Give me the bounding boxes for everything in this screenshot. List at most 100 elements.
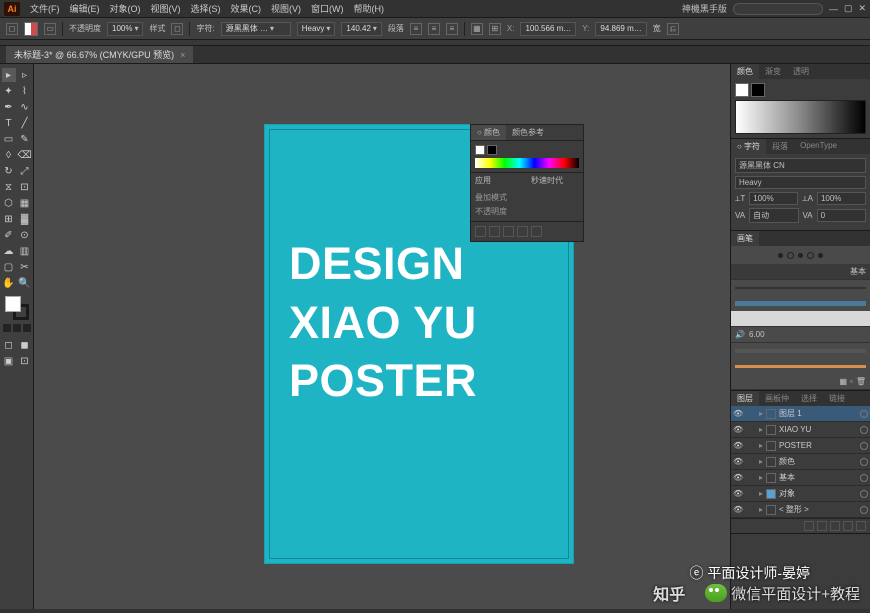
brush-trash-icon[interactable]: 🗑 (856, 377, 866, 386)
stroke-swatch[interactable] (487, 145, 497, 155)
shape-builder-tool[interactable]: ⬡ (2, 196, 16, 210)
layer-locate-icon[interactable] (804, 521, 814, 531)
opacity-dropdown[interactable]: 100%▾ (107, 22, 143, 36)
curvature-tool[interactable]: ∿ (18, 100, 32, 114)
visibility-icon[interactable]: 👁 (733, 473, 743, 482)
select-tab[interactable]: 选择 (795, 391, 823, 406)
scale-tool[interactable]: ⤢ (18, 164, 32, 178)
menu-window[interactable]: 窗口(W) (311, 2, 344, 15)
eraser-tool[interactable]: ⌫ (18, 148, 32, 162)
rectangle-tool[interactable]: ▭ (2, 132, 16, 146)
char-tab[interactable]: ○ 字符 (731, 139, 766, 154)
shaper-tool[interactable]: ◊ (2, 148, 16, 162)
brush-sound-icon[interactable]: 🔊 (735, 330, 745, 339)
layer-trash-icon[interactable] (856, 521, 866, 531)
width-tool[interactable]: ⧖ (2, 180, 16, 194)
draw-behind-icon[interactable]: ◼ (18, 338, 32, 352)
brush-row-basic[interactable]: 基本 (731, 264, 870, 280)
close-tab-icon[interactable]: × (180, 50, 185, 60)
gradient-tab-color[interactable]: 颜色 (731, 64, 759, 79)
brush-row-4[interactable] (735, 359, 866, 373)
panel-icon-3[interactable] (503, 226, 514, 237)
screen-mode-icon[interactable]: ▣ (2, 354, 16, 368)
para-tab[interactable]: 段落 (766, 139, 794, 154)
eyedropper-tool[interactable]: ✐ (2, 228, 16, 242)
target-icon[interactable] (860, 506, 868, 514)
hand-tool[interactable]: ✋ (2, 276, 16, 290)
target-icon[interactable] (860, 474, 868, 482)
visibility-icon[interactable]: 👁 (733, 441, 743, 450)
no-selection-icon[interactable]: ◻ (6, 23, 18, 35)
grad-stroke-swatch[interactable] (751, 83, 765, 97)
menu-select[interactable]: 选择(S) (191, 2, 221, 15)
window-min-icon[interactable]: — (829, 4, 838, 14)
weight-dropdown[interactable]: Heavy▾ (297, 22, 336, 36)
align-center-icon[interactable]: ≡ (428, 23, 440, 35)
gradient-tool[interactable]: ▓ (18, 212, 32, 226)
layer-row[interactable]: 👁 ▸ 颜色 (731, 454, 870, 470)
color-mode-icon[interactable] (3, 324, 11, 332)
selection-tool[interactable]: ▸ (2, 68, 16, 82)
slice-tool[interactable]: ✂ (18, 260, 32, 274)
layer-row[interactable]: 👁 ▸ XIAO YU (731, 422, 870, 438)
layer-row[interactable]: 👁 ▸ < 整形 > (731, 502, 870, 518)
direct-select-tool[interactable]: ▹ (18, 68, 32, 82)
color-panel-floating[interactable]: ○ 颜色 颜色参考 应用 秒速时代 叠加模式 不透明度 (470, 124, 584, 242)
menu-type[interactable]: 视图(V) (151, 2, 181, 15)
symbol-tool[interactable]: ☁ (2, 244, 16, 258)
brush-row-1[interactable] (735, 281, 866, 295)
panel-icon-1[interactable] (475, 226, 486, 237)
panel-icon-4[interactable] (517, 226, 528, 237)
stroke-icon[interactable]: ▭ (44, 23, 56, 35)
x-input[interactable]: 100.566 m… (520, 22, 576, 36)
pen-tool[interactable]: ✒ (2, 100, 16, 114)
gradient-tab-trans[interactable]: 透明 (787, 64, 815, 79)
target-icon[interactable] (860, 442, 868, 450)
type-tool[interactable]: T (2, 116, 16, 130)
color-spectrum[interactable] (475, 158, 579, 168)
grad-fill-swatch[interactable] (735, 83, 749, 97)
menu-edit[interactable]: 编辑(E) (70, 2, 100, 15)
visibility-icon[interactable]: 👁 (733, 409, 743, 418)
panel-icon-2[interactable] (489, 226, 500, 237)
brush-row-2[interactable] (735, 296, 866, 310)
char-font-dropdown[interactable]: 源黑黑体 CN (735, 158, 866, 173)
char-weight-dropdown[interactable]: Heavy (735, 176, 866, 189)
magic-wand-tool[interactable]: ✦ (2, 84, 16, 98)
workspace-label[interactable]: 神機黑手版 (682, 2, 727, 15)
char-size-input[interactable]: 100% (749, 192, 798, 205)
menu-view[interactable]: 视图(V) (271, 2, 301, 15)
brush-row-dots[interactable] (731, 246, 870, 264)
free-transform-tool[interactable]: ⊡ (18, 180, 32, 194)
window-max-icon[interactable]: ▢ (844, 3, 853, 14)
link-wh-icon[interactable]: ⎌ (667, 23, 679, 35)
lasso-tool[interactable]: ⌇ (18, 84, 32, 98)
rotate-tool[interactable]: ↻ (2, 164, 16, 178)
brush-new-icon[interactable]: ▫ (850, 377, 853, 386)
visibility-icon[interactable]: 👁 (733, 505, 743, 514)
blend-tool[interactable]: ⊙ (18, 228, 32, 242)
search-input[interactable] (733, 3, 823, 15)
window-close-icon[interactable]: ✕ (858, 3, 866, 14)
transform-icon[interactable]: ⊞ (489, 23, 501, 35)
apply-tab[interactable]: 应用 (471, 173, 527, 188)
menu-help[interactable]: 帮助(H) (354, 2, 385, 15)
mesh-tool[interactable]: ⊞ (2, 212, 16, 226)
layer-mask-icon[interactable] (817, 521, 827, 531)
links-tab[interactable]: 链接 (823, 391, 851, 406)
layer-row[interactable]: 👁 ▸ POSTER (731, 438, 870, 454)
color-guide-tab[interactable]: 颜色参考 (506, 125, 550, 140)
menu-effect[interactable]: 效果(C) (231, 2, 262, 15)
none-mode-icon[interactable] (23, 324, 31, 332)
draw-normal-icon[interactable]: ◻ (2, 338, 16, 352)
panel-icon-5[interactable] (531, 226, 542, 237)
gradient-tab-grad[interactable]: 渐变 (759, 64, 787, 79)
fill-color[interactable] (5, 296, 21, 312)
char-lead-input[interactable]: 100% (817, 192, 866, 205)
target-icon[interactable] (860, 490, 868, 498)
layer-new-icon[interactable] (843, 521, 853, 531)
zoom-tool[interactable]: 🔍 (18, 276, 32, 290)
layer-row[interactable]: 👁 ▸ 对象 (731, 486, 870, 502)
change-screen-icon[interactable]: ⊡ (18, 354, 32, 368)
brush-preview-row[interactable] (731, 311, 870, 327)
